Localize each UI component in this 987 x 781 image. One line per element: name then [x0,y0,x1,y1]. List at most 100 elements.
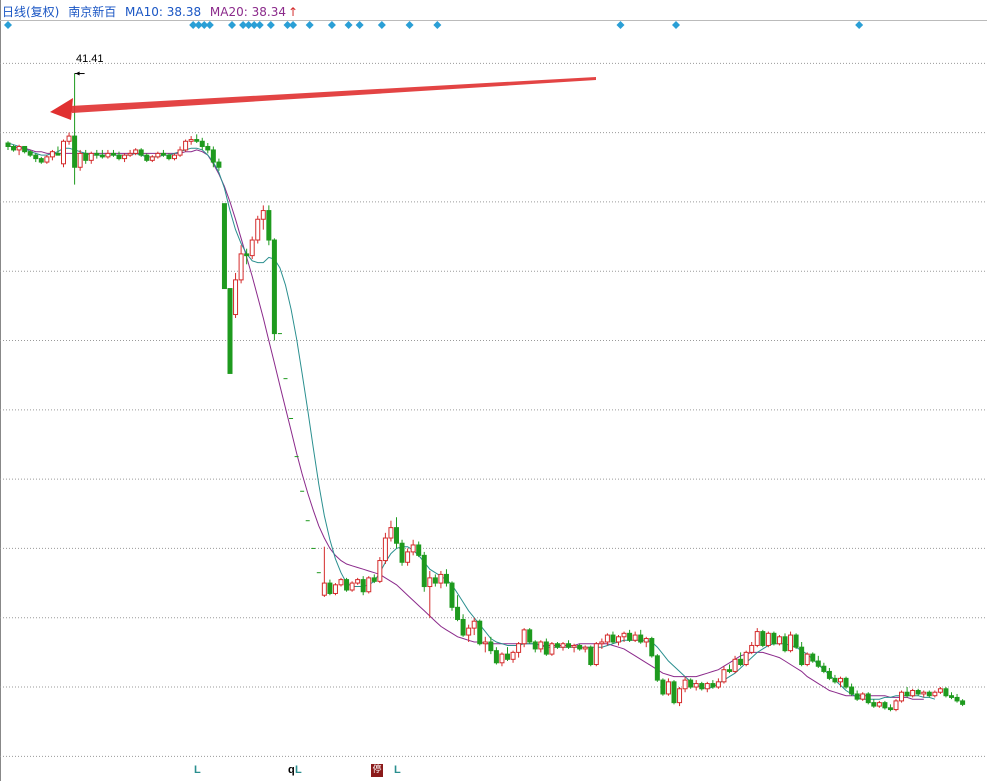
candle-8 [49,149,55,161]
candle-12 [72,73,78,185]
candle-body-96 [538,641,544,650]
candle-body-95 [532,641,538,650]
candle-body-159 [887,707,893,711]
candle-body-120 [671,681,677,704]
candle-11 [66,132,72,145]
candles [5,73,966,712]
candle-body-172 [960,700,966,705]
event-diamond-icon-16 [355,21,364,29]
candle-body-143 [799,646,805,666]
ma20-series [8,146,924,700]
candlestick-chart[interactable] [0,0,987,781]
candle-body-131 [732,658,738,672]
candle-body-163 [910,690,916,697]
candle-body-38 [216,161,222,168]
candle-3 [22,145,28,154]
candle-body-3 [22,145,28,153]
candle-body-61 [344,579,350,591]
candle-39 [221,203,227,290]
candle-body-7 [44,156,50,163]
candle-body-170 [949,695,954,698]
candle-body-100 [560,643,566,648]
candle-body-58 [327,582,333,594]
candle-body-35 [199,140,205,147]
candle-81 [455,595,461,622]
candle-body-31 [177,149,183,156]
candle-body-14 [83,152,89,161]
candle-19 [110,149,116,157]
candle-130 [727,664,732,674]
candle-body-29 [166,154,172,160]
candle-124 [693,680,699,691]
candle-body-12 [72,135,78,168]
candle-82 [460,614,466,637]
candle-body-44 [249,239,255,257]
candle-74 [416,541,422,558]
candle-body-98 [549,643,555,655]
candle-body-91 [510,651,516,660]
candle-62 [349,581,355,592]
candle-body-59 [332,584,338,594]
candle-body-78 [438,573,444,584]
candle-body-160 [893,700,899,711]
candle-body-82 [460,618,466,636]
candle-69 [388,520,394,542]
event-diamond-icon-12 [289,21,298,29]
candle-126 [704,681,710,693]
candle-body-118 [660,679,666,695]
candle-body-74 [416,544,422,556]
candle-body-65 [366,577,372,593]
candle-body-111 [621,632,627,638]
candle-body-113 [632,634,638,641]
candle-body-77 [432,577,438,584]
candle-45 [255,215,261,244]
candle-body-168 [937,688,943,693]
candle-body-128 [715,681,721,688]
candle-66 [371,574,377,584]
bottom-marker-4: L [394,764,401,776]
candle-body-123 [688,679,694,688]
candle-body-37 [210,149,216,163]
candle-170 [949,692,954,700]
candle-36 [205,143,211,154]
candle-body-112 [627,632,633,641]
candle-125 [699,681,705,691]
candle-112 [627,629,633,642]
candle-body-13 [77,152,83,168]
candle-body-89 [499,653,505,664]
bottom-marker-2: q [288,764,295,776]
candle-body-110 [616,636,621,643]
candle-body-33 [188,139,194,142]
event-diamond-icon-13 [305,21,314,29]
candle-61 [344,577,350,592]
candle-body-148 [826,670,832,679]
candle-body-80 [449,582,455,608]
candle-73 [410,539,416,556]
candle-146 [815,655,821,668]
candle-165 [921,690,927,698]
candle-body-146 [815,660,821,667]
candle-139 [776,635,782,646]
candle-88 [493,647,499,665]
candle-body-30 [172,154,177,160]
candle-79 [443,569,449,587]
candle-body-41 [233,279,239,316]
gridlines [0,0,987,781]
candle-104 [582,645,588,653]
event-diamond-icon-14 [327,21,336,29]
candle-body-152 [849,686,855,695]
candle-body-75 [421,554,427,588]
candle-16 [94,149,100,159]
event-diamond-icon-20 [616,21,625,29]
candle-129 [721,666,727,684]
candle-body-22 [127,152,133,156]
candle-63 [355,577,361,585]
candle-99 [554,641,560,649]
candle-162 [904,687,910,698]
candle-153 [854,690,860,701]
candle-155 [865,692,871,705]
candle-21 [122,153,128,163]
candle-98 [549,641,555,656]
candle-121 [677,687,683,707]
candle-body-134 [749,644,755,653]
